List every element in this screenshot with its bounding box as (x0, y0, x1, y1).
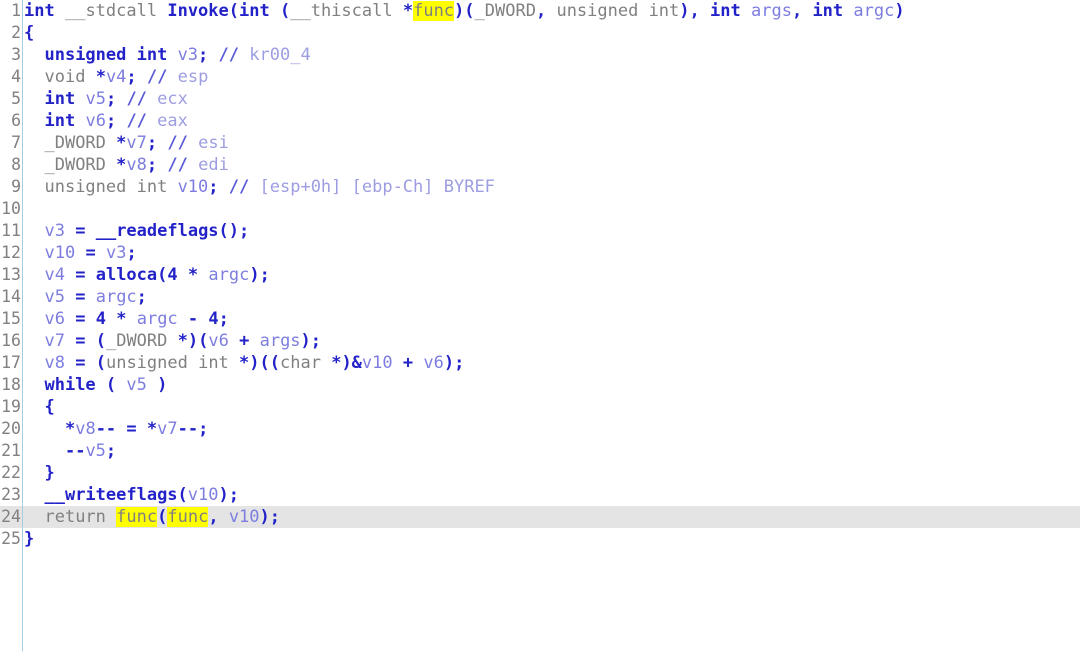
line-number: 7 (11, 133, 21, 152)
code-line[interactable]: 12 v10 = v3; (0, 242, 1080, 264)
line-number: 1 (11, 1, 21, 20)
line-number: 6 (11, 111, 21, 130)
code-line-text[interactable]: _DWORD *v8; // edi (24, 154, 228, 176)
code-line-text[interactable]: _DWORD *v7; // esi (24, 132, 228, 154)
code-line[interactable]: 17 v8 = (unsigned int *)((char *)&v10 + … (0, 352, 1080, 374)
line-number: 12 (1, 243, 21, 262)
code-line-text[interactable]: void *v4; // esp (24, 66, 208, 88)
code-line-text[interactable]: v10 = v3; (24, 242, 136, 264)
line-number: 15 (1, 309, 21, 328)
code-line-text[interactable]: v7 = (_DWORD *)(v6 + args); (24, 330, 321, 352)
code-line[interactable]: 13 v4 = alloca(4 * argc); (0, 264, 1080, 286)
code-area[interactable]: 1 int __stdcall Invoke(int (__thiscall *f… (0, 0, 1080, 550)
code-line[interactable]: 2{ (0, 22, 1080, 44)
code-line-text[interactable]: int v6; // eax (24, 110, 187, 132)
line-number: 16 (1, 331, 21, 350)
line-number: 8 (11, 155, 21, 174)
line-number: 11 (1, 221, 21, 240)
code-line-text[interactable]: } (24, 528, 34, 550)
code-line-text[interactable]: v5 = argc; (24, 286, 146, 308)
code-line-text[interactable]: return func(func, v10); (24, 506, 280, 528)
code-line[interactable]: 8 _DWORD *v8; // edi (0, 154, 1080, 176)
code-line[interactable]: 22 } (0, 462, 1080, 484)
line-number: 23 (1, 485, 21, 504)
code-line[interactable]: 23 __writeeflags(v10); (0, 484, 1080, 506)
line-number: 17 (1, 353, 21, 372)
line-number: 19 (1, 397, 21, 416)
line-number: 24 (1, 507, 21, 526)
code-line-current[interactable]: 24 return func(func, v10); (0, 506, 1080, 528)
code-line-text[interactable]: { (24, 22, 34, 44)
line-number: 21 (1, 441, 21, 460)
line-number: 2 (11, 23, 21, 42)
code-line[interactable]: 11 v3 = __readeflags(); (0, 220, 1080, 242)
gutter-separator (22, 0, 23, 651)
code-line-text[interactable]: unsigned int v3; // kr00_4 (24, 44, 310, 66)
code-line-text[interactable]: while ( v5 ) (24, 374, 167, 396)
code-line[interactable]: 19 { (0, 396, 1080, 418)
line-number: 25 (1, 529, 21, 548)
line-number: 22 (1, 463, 21, 482)
line-number: 4 (11, 67, 21, 86)
line-number: 9 (11, 177, 21, 196)
code-line[interactable]: 1 int __stdcall Invoke(int (__thiscall *f… (0, 0, 1080, 22)
code-line-text[interactable]: *v8-- = *v7--; (24, 418, 208, 440)
code-line[interactable]: 10 (0, 198, 1080, 220)
pseudocode-editor[interactable]: 1 int __stdcall Invoke(int (__thiscall *f… (0, 0, 1080, 651)
code-line-text[interactable]: { (24, 396, 54, 418)
code-line-text[interactable]: --v5; (24, 440, 116, 462)
code-line[interactable]: 21 --v5; (0, 440, 1080, 462)
code-line[interactable]: 3 unsigned int v3; // kr00_4 (0, 44, 1080, 66)
code-line[interactable]: 7 _DWORD *v7; // esi (0, 132, 1080, 154)
code-line[interactable]: 5 int v5; // ecx (0, 88, 1080, 110)
code-line-text[interactable]: v8 = (unsigned int *)((char *)&v10 + v6)… (24, 352, 464, 374)
code-line[interactable]: 16 v7 = (_DWORD *)(v6 + args); (0, 330, 1080, 352)
code-line-text[interactable]: int __stdcall Invoke(int (__thiscall *fu… (24, 0, 905, 22)
code-line[interactable]: 6 int v6; // eax (0, 110, 1080, 132)
code-line-text[interactable]: } (24, 462, 54, 484)
code-line[interactable]: 15 v6 = 4 * argc - 4; (0, 308, 1080, 330)
code-line-text[interactable]: __writeeflags(v10); (24, 484, 239, 506)
code-line[interactable]: 9 unsigned int v10; // [esp+0h] [ebp-Ch]… (0, 176, 1080, 198)
line-number: 13 (1, 265, 21, 284)
code-line-text[interactable]: unsigned int v10; // [esp+0h] [ebp-Ch] B… (24, 176, 494, 198)
line-number: 18 (1, 375, 21, 394)
line-number: 10 (1, 199, 21, 218)
code-line[interactable]: 14 v5 = argc; (0, 286, 1080, 308)
code-line-text[interactable]: int v5; // ecx (24, 88, 187, 110)
line-number: 5 (11, 89, 21, 108)
code-line[interactable]: 20 *v8-- = *v7--; (0, 418, 1080, 440)
code-line-text[interactable]: v4 = alloca(4 * argc); (24, 264, 269, 286)
line-number: 3 (11, 45, 21, 64)
code-line[interactable]: 18 while ( v5 ) (0, 374, 1080, 396)
line-number: 14 (1, 287, 21, 306)
code-line[interactable]: 25} (0, 528, 1080, 550)
code-line-text[interactable]: v3 = __readeflags(); (24, 220, 249, 242)
line-number: 20 (1, 419, 21, 438)
code-line-text[interactable]: v6 = 4 * argc - 4; (24, 308, 228, 330)
code-line[interactable]: 4 void *v4; // esp (0, 66, 1080, 88)
